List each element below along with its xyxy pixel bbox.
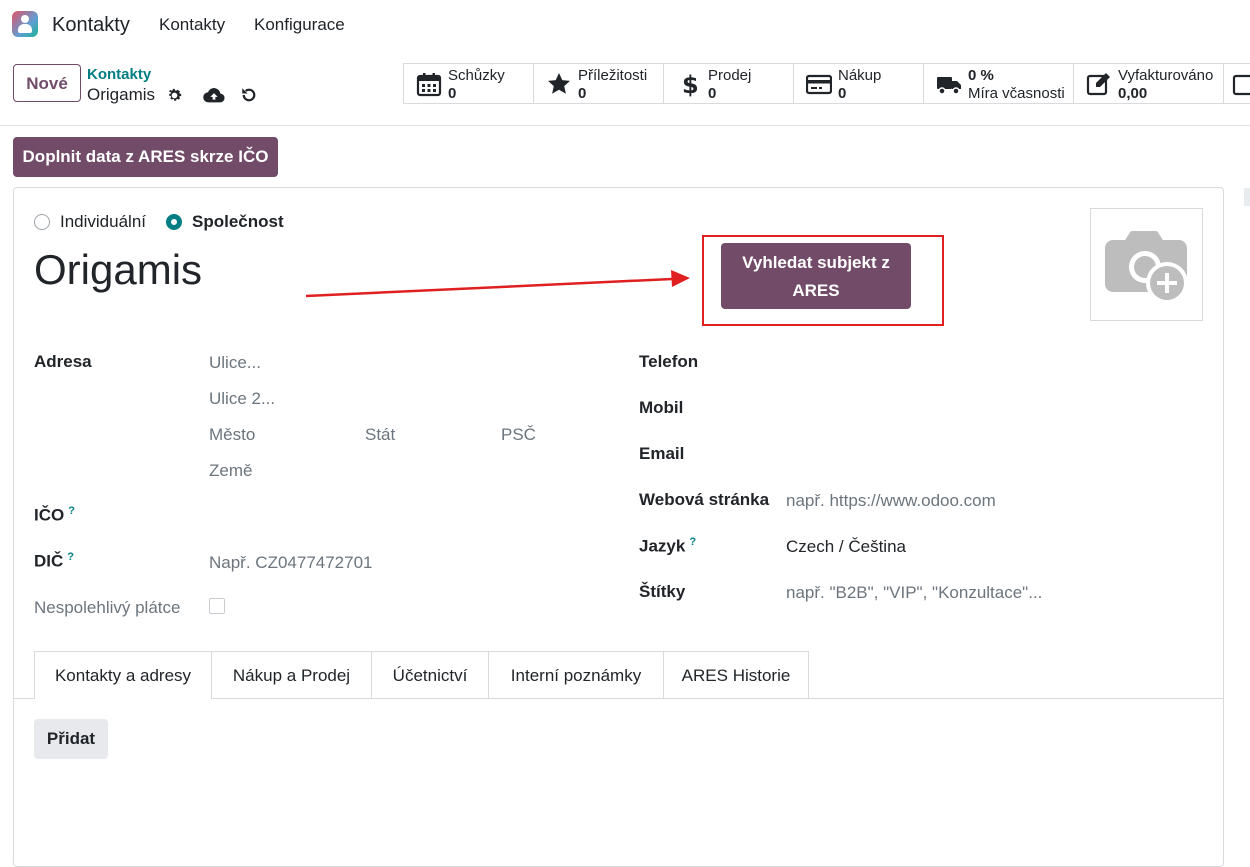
gear-icon[interactable] <box>166 87 183 104</box>
scrollbar[interactable] <box>1244 188 1250 206</box>
ares-fill-button[interactable]: Doplnit data z ARES skrze IČO <box>13 137 278 177</box>
tab-ares-history[interactable]: ARES Historie <box>664 651 809 698</box>
camera-add-icon <box>1105 231 1188 304</box>
truck-icon <box>937 77 961 95</box>
mobile-label: Mobil <box>639 398 684 417</box>
company-name-field[interactable]: Origamis <box>34 246 202 294</box>
meetings-label: Schůzky <box>448 67 505 84</box>
street2-input[interactable]: Ulice 2... <box>209 389 275 409</box>
breadcrumb-parent[interactable]: Kontakty <box>87 66 151 83</box>
website-input[interactable]: např. https://www.odoo.com <box>786 491 996 511</box>
website-label: Webová stránka <box>639 490 770 509</box>
tab-accounting[interactable]: Účetnictví <box>372 651 489 698</box>
purchase-smart-button[interactable]: Nákup 0 <box>794 64 924 103</box>
unreliable-payer-checkbox[interactable] <box>209 598 225 614</box>
company-label[interactable]: Společnost <box>192 212 284 232</box>
invoiced-label: Vyfakturováno <box>1118 67 1214 84</box>
state-input[interactable]: Stát <box>365 425 395 445</box>
ares-search-label: Vyhledat subjekt z ARES <box>742 253 890 300</box>
edit-icon <box>1086 73 1110 96</box>
language-select[interactable]: Czech / Čeština <box>786 537 906 557</box>
unreliable-payer-label: Nespolehlivý plátce <box>34 598 181 617</box>
ontime-rate-label: Míra včasnosti <box>968 85 1065 102</box>
dic-input[interactable]: Např. CZ0477472701 <box>209 553 373 573</box>
svg-text:$: $ <box>682 71 699 97</box>
address-label: Adresa <box>34 352 92 371</box>
tags-label: Štítky <box>639 582 686 601</box>
invoiced-smart-button[interactable]: Vyfakturováno 0,00 <box>1074 64 1224 103</box>
control-panel-divider <box>0 125 1250 126</box>
ico-help-icon[interactable]: ? <box>68 505 75 517</box>
more-smart-button[interactable] <box>1224 64 1250 103</box>
dic-label: DIČ? <box>34 551 75 571</box>
company-radio[interactable] <box>166 214 182 230</box>
top-navbar: Kontakty Kontakty Konfigurace <box>0 0 1250 50</box>
document-icon <box>1232 74 1250 96</box>
city-input[interactable]: Město <box>209 425 255 445</box>
sales-label: Prodej <box>708 67 752 84</box>
tab-internal-notes[interactable]: Interní poznámky <box>489 651 664 698</box>
ares-search-button[interactable]: Vyhledat subjekt z ARES <box>721 243 911 309</box>
new-button[interactable]: Nové <box>13 64 81 102</box>
star-icon <box>548 73 570 94</box>
opportunities-value: 0 <box>578 85 587 102</box>
language-help-icon[interactable]: ? <box>689 536 696 548</box>
calendar-icon <box>416 73 442 97</box>
opportunities-label: Příležitosti <box>578 67 648 84</box>
ontime-rate-smart-button[interactable]: 0 % Míra včasnosti <box>924 64 1074 103</box>
sales-value: 0 <box>708 85 717 102</box>
menu-configuration[interactable]: Konfigurace <box>254 15 345 35</box>
ico-label: IČO? <box>34 505 75 525</box>
credit-card-icon <box>806 74 832 95</box>
annotation-arrow <box>305 270 690 298</box>
purchase-label: Nákup <box>838 67 882 84</box>
avatar-upload[interactable] <box>1090 208 1203 321</box>
contacts-app-icon[interactable] <box>12 11 38 37</box>
cloud-upload-icon[interactable] <box>203 86 225 104</box>
invoiced-value: 0,00 <box>1118 85 1148 102</box>
zip-input[interactable]: PSČ <box>501 425 536 445</box>
ontime-rate-value: 0 % <box>968 67 994 84</box>
country-input[interactable]: Země <box>209 461 252 481</box>
smart-buttons-bar: Schůzky 0 Příležitosti 0 $ Prodej 0 Náku… <box>403 63 1250 104</box>
add-button[interactable]: Přidat <box>34 719 108 759</box>
tags-input[interactable]: např. "B2B", "VIP", "Konzultace"... <box>786 583 1042 603</box>
street-input[interactable]: Ulice... <box>209 353 261 373</box>
phone-label: Telefon <box>639 352 699 371</box>
purchase-value: 0 <box>838 85 847 102</box>
individual-radio[interactable] <box>34 214 50 230</box>
breadcrumb-current: Origamis <box>87 85 156 104</box>
language-label: Jazyk? <box>639 536 697 556</box>
sales-smart-button[interactable]: $ Prodej 0 <box>664 64 794 103</box>
individual-label[interactable]: Individuální <box>60 212 146 232</box>
tab-contacts-addresses[interactable]: Kontakty a adresy <box>34 651 212 699</box>
discard-icon[interactable] <box>240 86 258 104</box>
meetings-value: 0 <box>448 85 457 102</box>
dollar-icon: $ <box>682 71 699 97</box>
tab-purchase-sales[interactable]: Nákup a Prodej <box>212 651 372 698</box>
meetings-smart-button[interactable]: Schůzky 0 <box>404 64 534 103</box>
app-title[interactable]: Kontakty <box>52 14 130 37</box>
menu-contacts[interactable]: Kontakty <box>159 15 225 35</box>
dic-help-icon[interactable]: ? <box>67 551 74 563</box>
opportunities-smart-button[interactable]: Příležitosti 0 <box>534 64 664 103</box>
email-label: Email <box>639 444 685 463</box>
